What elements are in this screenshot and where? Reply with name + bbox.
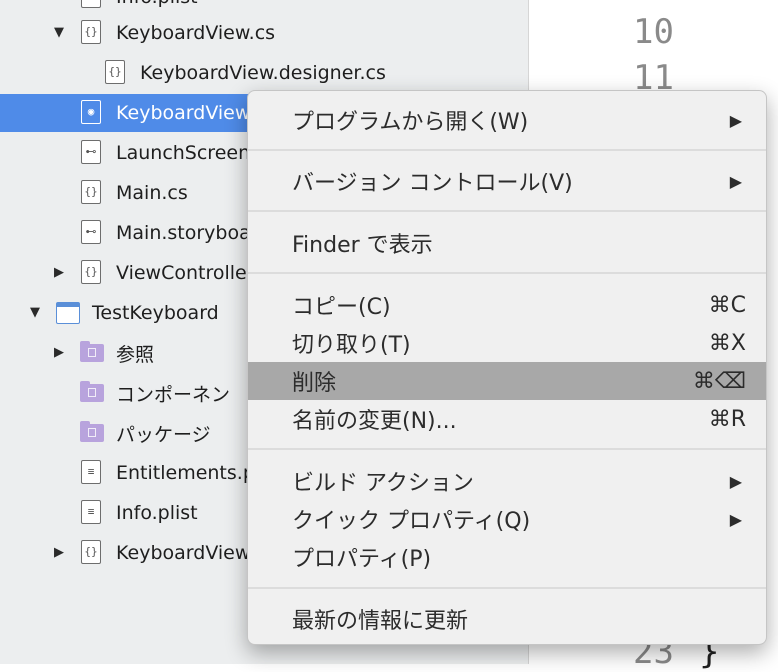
storyboard-icon: ⊷: [80, 140, 104, 166]
menu-separator: [248, 149, 766, 151]
menu-item-quick-properties[interactable]: クイック プロパティ(Q) ▶: [248, 500, 766, 538]
menu-separator: [248, 272, 766, 274]
menu-separator: [248, 587, 766, 589]
plist-icon: ≡: [80, 500, 104, 526]
csharp-file-icon: {}: [80, 260, 104, 286]
shortcut-label: ⌘X: [708, 330, 746, 356]
disclosure-collapsed-icon[interactable]: ▶: [52, 266, 66, 280]
shortcut-label: ⌘C: [708, 292, 746, 318]
disclosure-expanded-icon[interactable]: ▼: [52, 26, 66, 40]
disclosure-collapsed-icon[interactable]: ▶: [52, 546, 66, 560]
storyboard-icon: ⊷: [80, 220, 104, 246]
submenu-arrow-icon: ▶: [729, 171, 742, 191]
menu-item-show-in-finder[interactable]: Finder で表示: [248, 224, 766, 262]
tree-item-keyboardview-cs[interactable]: ▼ {} KeyboardView.cs: [0, 14, 528, 52]
project-icon: [56, 300, 80, 326]
xib-file-icon: ◉: [80, 100, 104, 126]
submenu-arrow-icon: ▶: [729, 110, 742, 130]
submenu-arrow-icon: ▶: [729, 509, 742, 529]
menu-item-build-action[interactable]: ビルド アクション ▶: [248, 462, 766, 500]
menu-item-delete[interactable]: 削除 ⌘⌫: [248, 362, 766, 400]
folder-icon: [80, 340, 104, 366]
line-number: 10: [633, 12, 674, 52]
plist-icon: ≡: [80, 460, 104, 486]
submenu-arrow-icon: ▶: [729, 471, 742, 491]
menu-item-properties[interactable]: プロパティ(P): [248, 538, 766, 576]
context-menu: プログラムから開く(W) ▶ バージョン コントロール(V) ▶ Finder …: [247, 90, 767, 645]
menu-item-version-control[interactable]: バージョン コントロール(V) ▶: [248, 162, 766, 200]
csharp-file-icon: {}: [80, 540, 104, 566]
disclosure-expanded-icon[interactable]: ▼: [28, 306, 42, 320]
csharp-file-icon: {}: [80, 180, 104, 206]
menu-item-rename[interactable]: 名前の変更(N)... ⌘R: [248, 400, 766, 438]
menu-separator: [248, 210, 766, 212]
menu-item-cut[interactable]: 切り取り(T) ⌘X: [248, 324, 766, 362]
folder-icon: [80, 380, 104, 406]
menu-item-open-with[interactable]: プログラムから開く(W) ▶: [248, 101, 766, 139]
plist-icon: ≡: [80, 0, 104, 10]
menu-item-copy[interactable]: コピー(C) ⌘C: [248, 286, 766, 324]
csharp-file-icon: {}: [80, 20, 104, 46]
menu-item-refresh[interactable]: 最新の情報に更新: [248, 600, 766, 638]
csharp-file-icon: {}: [104, 60, 128, 86]
tree-item-keyboardview-designer-cs[interactable]: {} KeyboardView.designer.cs: [0, 54, 528, 92]
menu-separator: [248, 448, 766, 450]
shortcut-label: ⌘⌫: [692, 368, 746, 394]
folder-icon: [80, 420, 104, 446]
disclosure-collapsed-icon[interactable]: ▶: [52, 346, 66, 360]
shortcut-label: ⌘R: [708, 406, 746, 432]
